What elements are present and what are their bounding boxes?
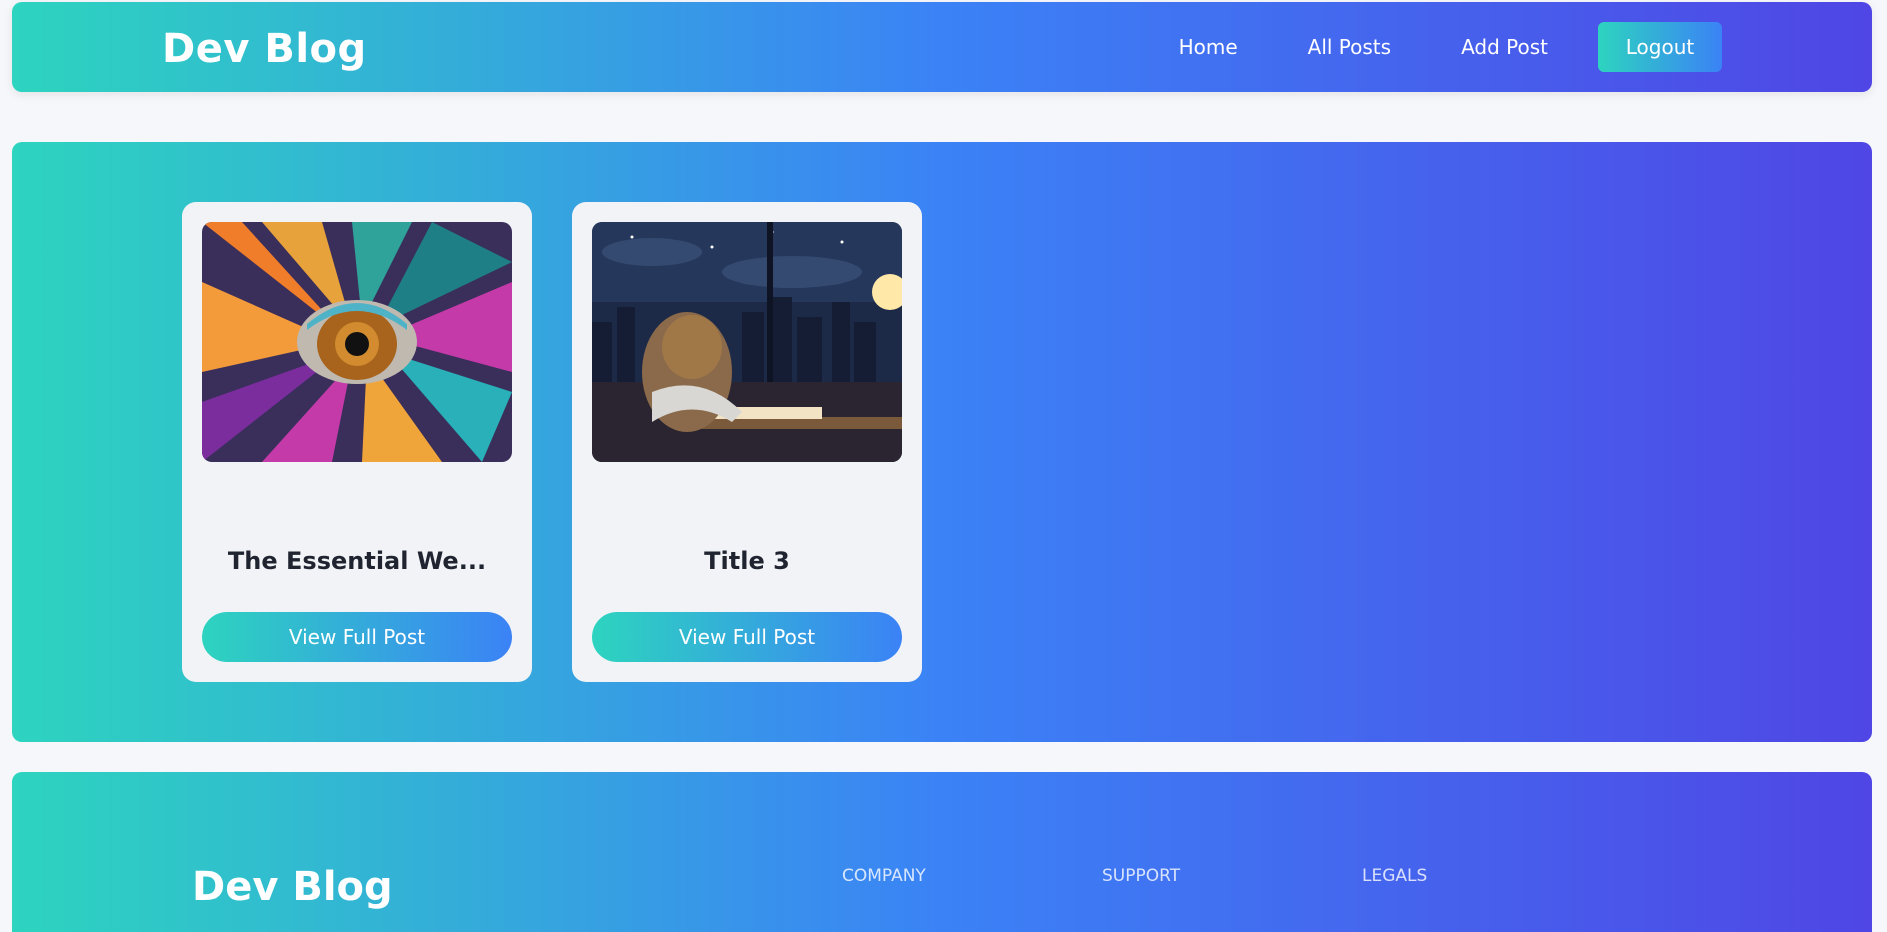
posts-section: The Essential We... View Full Post Title… — [12, 142, 1872, 742]
footer-brand[interactable]: Dev Blog — [192, 864, 393, 910]
brand-logo[interactable]: Dev Blog — [162, 26, 367, 72]
top-navbar: Dev Blog Home All Posts Add Post Logout — [12, 2, 1872, 92]
nav-link-all-posts[interactable]: All Posts — [1308, 35, 1391, 59]
post-image-abstract-eye[interactable] — [202, 222, 512, 462]
footer-heading-company: COMPANY — [842, 866, 926, 886]
footer-heading-legals: LEGALS — [1362, 866, 1428, 886]
site-footer: Dev Blog COMPANY SUPPORT LEGALS — [12, 772, 1872, 932]
post-card: The Essential We... View Full Post — [182, 202, 532, 682]
post-card: Title 3 View Full Post — [572, 202, 922, 682]
logout-button[interactable]: Logout — [1598, 22, 1722, 72]
view-full-post-button[interactable]: View Full Post — [202, 612, 512, 662]
view-full-post-button[interactable]: View Full Post — [592, 612, 902, 662]
post-title: Title 3 — [704, 547, 790, 575]
post-image-night-study[interactable] — [592, 222, 902, 462]
nav-menu: Home All Posts Add Post Logout — [1109, 22, 1722, 72]
nav-link-add-post[interactable]: Add Post — [1461, 35, 1548, 59]
post-title: The Essential We... — [227, 547, 487, 575]
nav-link-home[interactable]: Home — [1179, 35, 1238, 59]
footer-heading-support: SUPPORT — [1102, 866, 1181, 886]
